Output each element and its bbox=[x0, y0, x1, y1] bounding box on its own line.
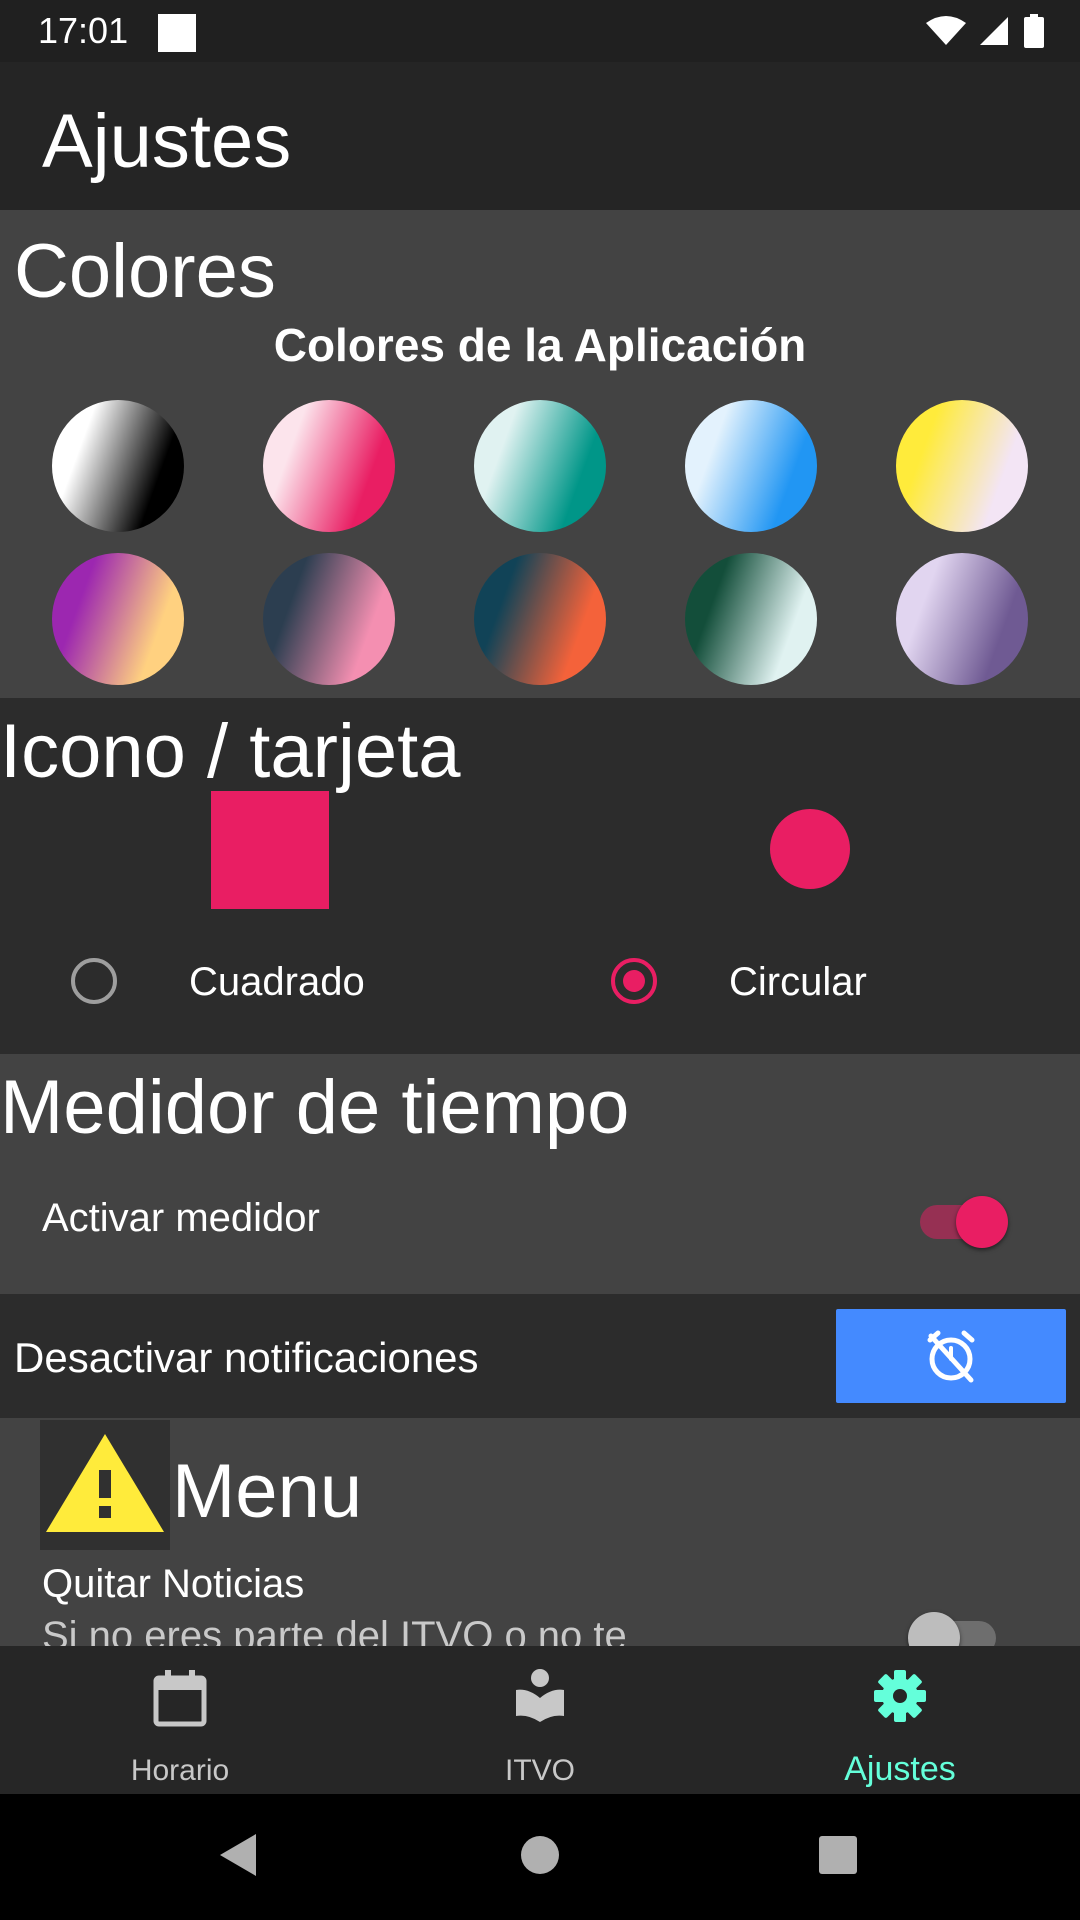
activar-medidor-toggle[interactable] bbox=[918, 1190, 1008, 1250]
signal-icon bbox=[980, 17, 1008, 45]
square-preview bbox=[211, 791, 329, 909]
colores-subtitle: Colores de la Aplicación bbox=[273, 319, 807, 371]
nav-label-itvo: ITVO bbox=[504, 1754, 575, 1787]
recents-icon[interactable] bbox=[818, 1832, 858, 1878]
icono-section: Icono / tarjeta Cuadrado Circular bbox=[0, 698, 1080, 1054]
color-swatch[interactable] bbox=[474, 553, 606, 685]
quitar-noticias-description: Si no eres parte del ITVO o no te bbox=[42, 1614, 627, 1646]
desactivar-notificaciones-button[interactable] bbox=[836, 1309, 1066, 1403]
medidor-title: Medidor de tiempo bbox=[0, 1065, 630, 1150]
desactivar-notificaciones-label: Desactivar notificaciones bbox=[14, 1334, 479, 1381]
radio-circular[interactable] bbox=[611, 958, 657, 1004]
alarm-off-icon bbox=[927, 1330, 975, 1383]
warning-icon-box bbox=[40, 1420, 170, 1550]
color-swatch[interactable] bbox=[685, 400, 817, 532]
notification-square-icon bbox=[158, 14, 196, 52]
color-swatch[interactable] bbox=[474, 400, 606, 532]
home-icon[interactable] bbox=[520, 1832, 560, 1878]
page-title: Ajustes bbox=[42, 99, 292, 184]
colores-section: Colores Colores de la Aplicación bbox=[0, 210, 1080, 698]
battery-icon bbox=[1024, 14, 1044, 48]
nav-item-ajustes[interactable]: Ajustes bbox=[720, 1646, 1080, 1794]
calendar-icon bbox=[153, 1670, 207, 1727]
color-swatch[interactable] bbox=[263, 553, 395, 685]
color-swatch[interactable] bbox=[52, 553, 184, 685]
quitar-noticias-toggle[interactable] bbox=[908, 1606, 998, 1646]
warning-icon bbox=[46, 1434, 164, 1532]
circle-preview bbox=[770, 809, 850, 889]
bottom-navigation: Horario ITVO Ajustes bbox=[0, 1646, 1080, 1794]
back-icon[interactable] bbox=[218, 1832, 258, 1878]
color-swatch[interactable] bbox=[263, 400, 395, 532]
wifi-icon bbox=[926, 16, 966, 45]
app-bar: Ajustes bbox=[0, 62, 1080, 210]
radio-label-cuadrado: Cuadrado bbox=[189, 960, 365, 1004]
color-swatch[interactable] bbox=[896, 553, 1028, 685]
gear-icon bbox=[874, 1670, 926, 1722]
color-swatch[interactable] bbox=[685, 553, 817, 685]
notificaciones-row: Desactivar notificaciones bbox=[0, 1294, 1080, 1418]
status-time: 17:01 bbox=[38, 10, 129, 51]
medidor-section: Medidor de tiempo Activar medidor bbox=[0, 1054, 1080, 1294]
colores-title: Colores bbox=[14, 229, 276, 314]
quitar-noticias-label: Quitar Noticias bbox=[42, 1562, 305, 1606]
color-swatch[interactable] bbox=[896, 400, 1028, 532]
radio-cuadrado[interactable] bbox=[71, 958, 117, 1004]
nav-item-horario[interactable]: Horario bbox=[0, 1646, 360, 1794]
color-swatch[interactable] bbox=[52, 400, 184, 532]
nav-item-itvo[interactable]: ITVO bbox=[360, 1646, 720, 1794]
icono-title: Icono / tarjeta bbox=[0, 709, 461, 794]
book-reader-icon bbox=[516, 1669, 564, 1722]
menu-section: Menu Quitar Noticias Si no eres parte de… bbox=[0, 1418, 1080, 1646]
system-navigation-bar bbox=[0, 1794, 1080, 1920]
radio-label-circular: Circular bbox=[729, 960, 867, 1004]
nav-label-horario: Horario bbox=[130, 1754, 230, 1787]
status-bar: 17:01 bbox=[0, 0, 1080, 62]
menu-title: Menu bbox=[172, 1449, 363, 1534]
nav-label-ajustes: Ajustes bbox=[844, 1750, 956, 1788]
status-icons bbox=[926, 12, 1044, 50]
activar-medidor-label: Activar medidor bbox=[42, 1196, 320, 1240]
